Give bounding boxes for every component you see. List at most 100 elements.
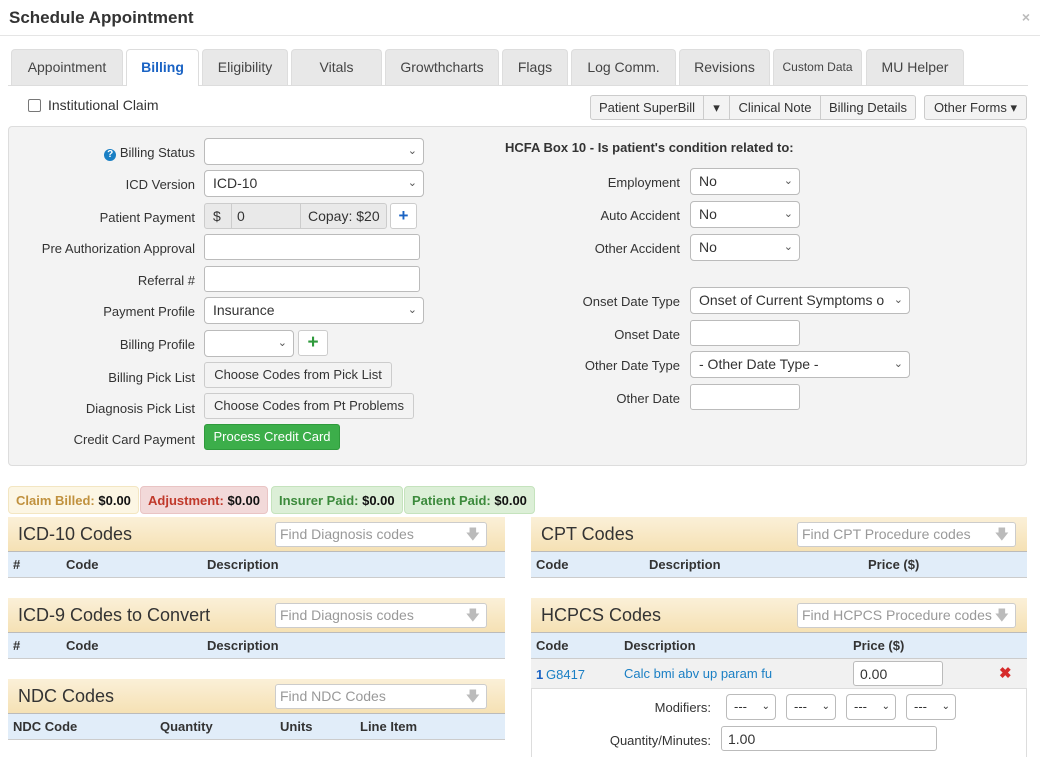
cpt-table-header: Code Description Price ($) [531, 552, 1027, 578]
diagnosis-pick-list-label: Diagnosis Pick List [85, 401, 195, 416]
hcpcs-table-header: Code Description Price ($) [531, 633, 1027, 659]
claim-billed-badge: Claim Billed: $0.00 [8, 486, 139, 514]
cpt-search-input[interactable]: Find CPT Procedure codes 🡇 [797, 522, 1016, 547]
referral-label: Referral # [137, 273, 195, 288]
hcpcs-search-input[interactable]: Find HCPCS Procedure codes 🡇 [797, 603, 1016, 628]
billing-profile-select[interactable]: ⌄ [204, 330, 294, 357]
chevron-down-icon: ⌄ [941, 701, 950, 712]
superbill-dropdown-button[interactable]: ▾ [703, 95, 730, 120]
pre-auth-input[interactable] [204, 234, 420, 260]
arrow-down-icon: 🡇 [994, 607, 1009, 623]
chevron-down-icon: ⌄ [407, 304, 417, 316]
billing-details-button[interactable]: Billing Details [820, 95, 916, 120]
tab-revisions[interactable]: Revisions [679, 49, 770, 85]
icd-version-label: ICD Version [125, 177, 195, 192]
arrow-down-icon: 🡇 [465, 607, 480, 623]
employment-select[interactable]: No ⌄ [690, 168, 800, 195]
hcpcs-description-link[interactable]: Calc bmi abv up param fu [624, 666, 772, 681]
quantity-input[interactable]: 1.00 [721, 726, 937, 751]
modifier-select-3[interactable]: --- ⌄ [846, 694, 896, 720]
icd10-table-header: # Code Description [8, 552, 505, 578]
other-date-label: Other Date [616, 391, 680, 406]
referral-input[interactable] [204, 266, 420, 292]
row-border [531, 689, 532, 757]
row-border [1026, 689, 1027, 757]
chevron-down-icon: ⌄ [783, 208, 793, 220]
copay-label: Copay: $20 [308, 208, 380, 224]
chevron-down-icon: ⌄ [277, 337, 287, 349]
other-date-type-label: Other Date Type [584, 358, 680, 373]
tab-log-comm[interactable]: Log Comm. [571, 49, 676, 85]
patient-payment-label: Patient Payment [99, 210, 195, 225]
other-forms-button[interactable]: Other Forms ▾ [924, 95, 1027, 120]
insurer-paid-badge: Insurer Paid: $0.00 [271, 486, 403, 514]
payment-profile-select[interactable]: Insurance ⌄ [204, 297, 424, 324]
auto-accident-label: Auto Accident [600, 208, 681, 223]
credit-card-label: Credit Card Payment [73, 432, 195, 447]
add-billing-profile-button[interactable]: + [298, 330, 328, 356]
icd9-title: ICD-9 Codes to Convert [18, 605, 211, 625]
modifier-select-4[interactable]: --- ⌄ [906, 694, 956, 720]
hcfa-heading: HCFA Box 10 - Is patient's condition rel… [505, 140, 794, 155]
chevron-down-icon: ⌄ [893, 288, 903, 313]
onset-date-label: Onset Date [614, 327, 680, 342]
choose-codes-pt-problems-button[interactable]: Choose Codes from Pt Problems [204, 393, 414, 419]
tab-flags[interactable]: Flags [502, 49, 568, 85]
institutional-claim-checkbox[interactable] [28, 99, 41, 112]
patient-paid-badge: Patient Paid: $0.00 [404, 486, 535, 514]
billing-profile-label: Billing Profile [119, 337, 195, 352]
add-payment-button[interactable]: + [390, 203, 417, 229]
chevron-down-icon: ⌄ [761, 701, 770, 712]
other-date-type-select[interactable]: - Other Date Type - ⌄ [690, 351, 910, 378]
icd9-search-input[interactable]: Find Diagnosis codes 🡇 [275, 603, 487, 628]
tab-eligibility[interactable]: Eligibility [202, 49, 288, 85]
tab-appointment[interactable]: Appointment [11, 49, 123, 85]
close-icon[interactable]: × [1022, 9, 1030, 25]
chevron-down-icon: ⌄ [407, 145, 417, 157]
tab-billing[interactable]: Billing [126, 49, 199, 86]
caret-down-icon: ▾ [713, 100, 720, 115]
delete-icon[interactable]: ✖ [999, 664, 1012, 682]
onset-date-type-label: Onset Date Type [582, 294, 680, 309]
chevron-down-icon: ⌄ [783, 175, 793, 187]
arrow-down-icon: 🡇 [465, 688, 480, 704]
choose-codes-pick-list-button[interactable]: Choose Codes from Pick List [204, 362, 392, 388]
patient-superbill-button[interactable]: Patient SuperBill [590, 95, 704, 120]
other-accident-select[interactable]: No ⌄ [690, 234, 800, 261]
hcpcs-section-header: HCPCS Codes Find HCPCS Procedure codes 🡇 [531, 598, 1027, 633]
icd9-section-header: ICD-9 Codes to Convert Find Diagnosis co… [8, 598, 505, 633]
tab-vitals[interactable]: Vitals [291, 49, 382, 85]
billing-status-select[interactable]: ⌄ [204, 138, 424, 165]
icd10-section-header: ICD-10 Codes Find Diagnosis codes 🡇 [8, 517, 505, 552]
pre-auth-label: Pre Authorization Approval [41, 241, 195, 256]
auto-accident-select[interactable]: No ⌄ [690, 201, 800, 228]
patient-payment-input[interactable]: 0 [231, 204, 301, 228]
chevron-down-icon: ⌄ [821, 701, 830, 712]
ndc-search-input[interactable]: Find NDC Codes 🡇 [275, 684, 487, 709]
chevron-down-icon: ⌄ [407, 177, 417, 189]
tab-growthcharts[interactable]: Growthcharts [385, 49, 499, 85]
hcpcs-code-link[interactable]: G8417 [546, 667, 585, 682]
tab-mu-helper[interactable]: MU Helper [866, 49, 964, 85]
ndc-title: NDC Codes [18, 686, 115, 706]
help-icon[interactable]: ? [104, 149, 117, 161]
quantity-label: Quantity/Minutes: [609, 733, 711, 748]
billing-status-label: ? Billing Status [20, 145, 195, 161]
other-accident-label: Other Accident [594, 241, 680, 256]
ndc-table-header: NDC Code Quantity Units Line Item [8, 714, 505, 740]
hcpcs-title: HCPCS Codes [541, 605, 662, 625]
process-credit-card-button[interactable]: Process Credit Card [204, 424, 340, 450]
other-date-input[interactable] [690, 384, 800, 410]
onset-date-input[interactable] [690, 320, 800, 346]
plus-icon: + [398, 206, 409, 225]
modifier-select-2[interactable]: --- ⌄ [786, 694, 836, 720]
price-input[interactable]: 0.00 [853, 661, 943, 686]
clinical-note-button[interactable]: Clinical Note [729, 95, 821, 120]
tab-custom-data[interactable]: Custom Data [773, 49, 862, 85]
icd-version-select[interactable]: ICD-10 ⌄ [204, 170, 424, 197]
modifier-select-1[interactable]: --- ⌄ [726, 694, 776, 720]
icd10-search-input[interactable]: Find Diagnosis codes 🡇 [275, 522, 487, 547]
institutional-claim-label: Institutional Claim [48, 97, 159, 113]
onset-date-type-select[interactable]: Onset of Current Symptoms o ⌄ [690, 287, 910, 314]
arrow-down-icon: 🡇 [994, 526, 1009, 542]
